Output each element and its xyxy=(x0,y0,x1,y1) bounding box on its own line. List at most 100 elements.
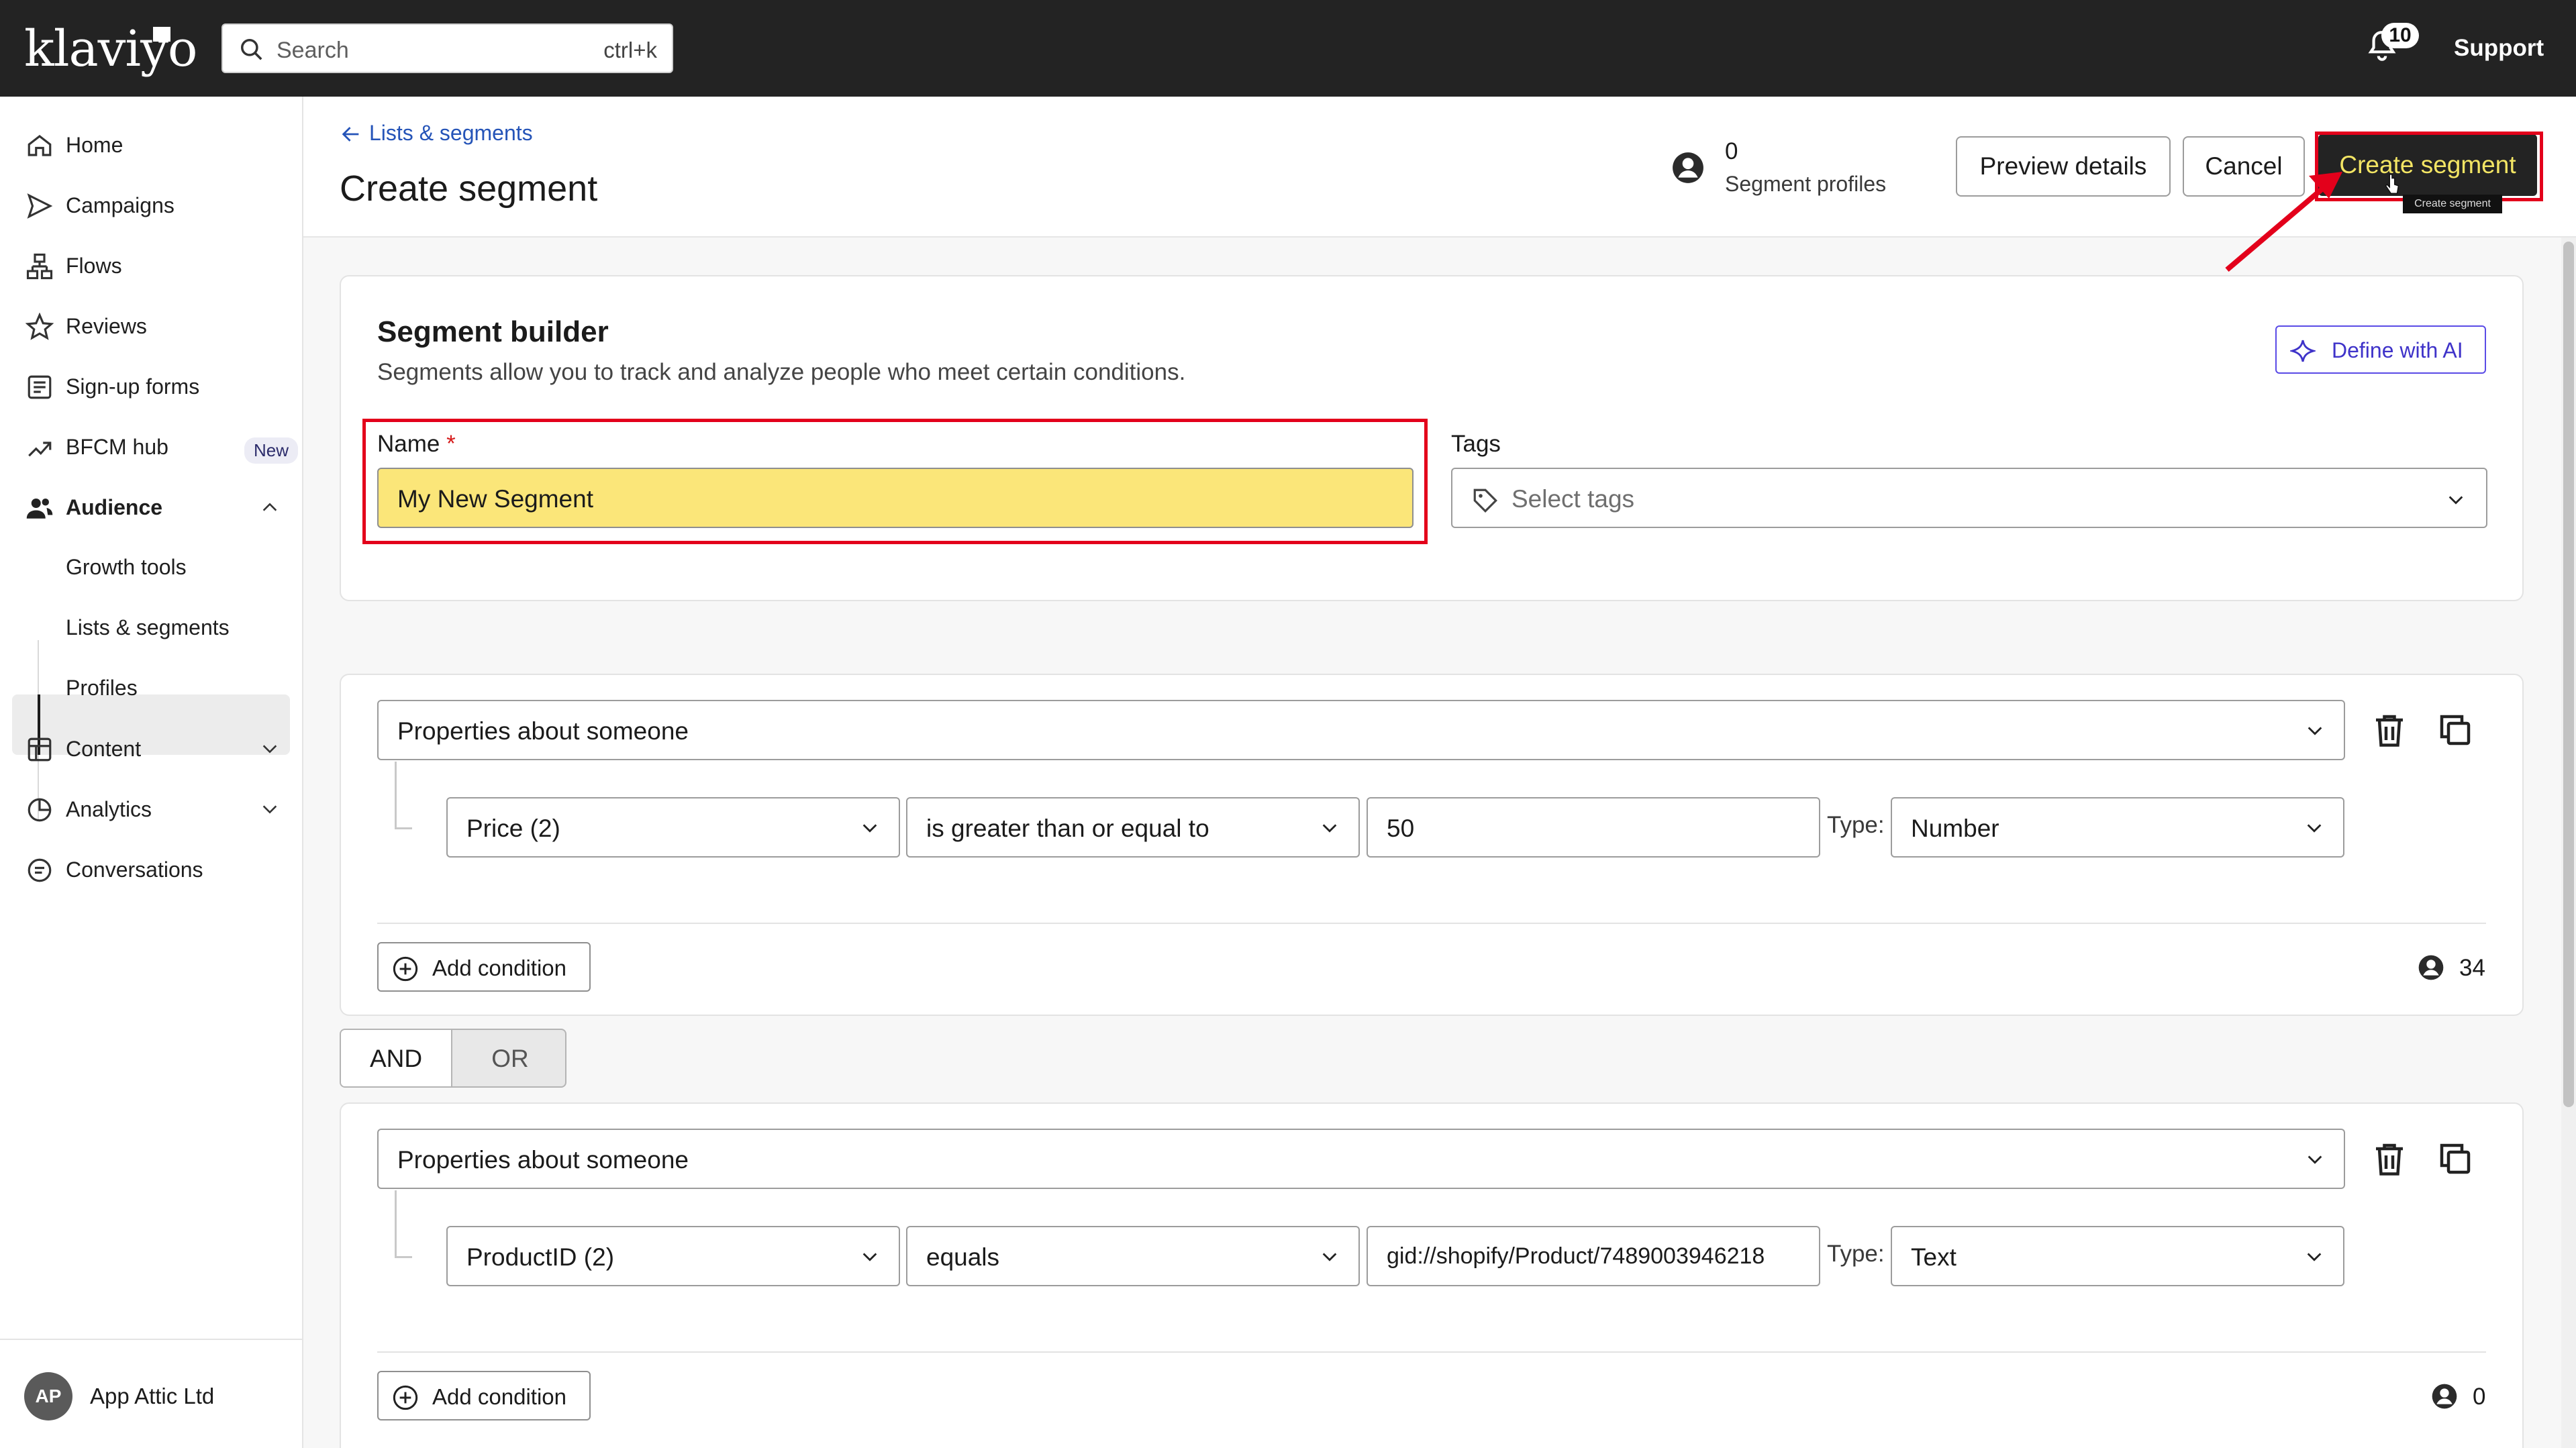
copy-icon[interactable] xyxy=(2435,710,2475,750)
property-select[interactable]: ProductID (2) xyxy=(446,1226,900,1286)
home-icon xyxy=(28,135,52,156)
account-name[interactable]: App Attic Ltd xyxy=(90,1384,214,1409)
plus-circle-icon xyxy=(393,956,418,982)
chevron-down-icon xyxy=(1322,1253,1337,1261)
scrollbar-thumb[interactable] xyxy=(2563,242,2574,1107)
value-input[interactable]: gid://shopify/Product/7489003946218 xyxy=(1367,1226,1820,1286)
sidebar-item-lists-segments[interactable]: Lists & segments xyxy=(66,615,230,640)
chevron-up-icon[interactable] xyxy=(259,498,281,517)
value-input[interactable]: 50 xyxy=(1367,797,1820,858)
tree-connector xyxy=(395,827,412,829)
definition-select[interactable]: Properties about someone xyxy=(377,1129,2345,1189)
add-condition-label: Add condition xyxy=(432,955,566,980)
sidebar-item-profiles[interactable]: Profiles xyxy=(66,676,138,701)
tags-label: Tags xyxy=(1451,431,1501,457)
notification-badge: 10 xyxy=(2381,23,2419,48)
support-link[interactable]: Support xyxy=(2454,35,2544,62)
operator-select[interactable]: equals xyxy=(906,1226,1360,1286)
define-with-ai-label: Define with AI xyxy=(2332,338,2463,362)
chevron-down-icon[interactable] xyxy=(259,800,281,819)
plus-circle-icon xyxy=(393,1385,418,1410)
define-with-ai-button[interactable]: Define with AI xyxy=(2275,325,2486,374)
sidebar-item-growth-tools[interactable]: Growth tools xyxy=(66,555,187,580)
property-value: ProductID (2) xyxy=(466,1243,615,1271)
sidebar-item-signup-forms[interactable]: Sign-up forms xyxy=(26,366,294,407)
search-placeholder: Search xyxy=(277,38,349,63)
new-badge: New xyxy=(244,437,299,464)
sidebar-item-analytics[interactable]: Analytics xyxy=(26,789,294,829)
tree-connector xyxy=(395,1256,412,1258)
sidebar-divider xyxy=(0,1339,302,1340)
analytics-icon xyxy=(28,798,52,822)
cancel-button[interactable]: Cancel xyxy=(2183,136,2305,197)
tree-connector xyxy=(395,762,397,829)
sparkle-icon xyxy=(2290,340,2316,362)
sidebar-item-label: Conversations xyxy=(66,858,203,882)
sidebar-item-label: Content xyxy=(66,737,142,761)
chat-icon xyxy=(28,858,52,882)
logic-toggle[interactable]: AND OR xyxy=(340,1029,566,1088)
value-text: 50 xyxy=(1387,815,1415,842)
type-value: Text xyxy=(1911,1243,1956,1271)
property-select[interactable]: Price (2) xyxy=(446,797,900,858)
sidebar-item-conversations[interactable]: Conversations xyxy=(26,849,294,890)
trash-icon[interactable] xyxy=(2369,710,2410,750)
value-text: gid://shopify/Product/7489003946218 xyxy=(1387,1243,1765,1269)
type-value: Number xyxy=(1911,815,1999,842)
segment-profiles-label: Segment profiles xyxy=(1725,172,1887,196)
operator-select[interactable]: is greater than or equal to xyxy=(906,797,1360,858)
divider xyxy=(377,923,2486,924)
segment-builder-description: Segments allow you to track and analyze … xyxy=(377,359,1186,385)
arrow-left-icon[interactable] xyxy=(340,122,362,146)
sidebar-item-reviews[interactable]: Reviews xyxy=(26,306,294,346)
sidebar-item-label: Reviews xyxy=(66,314,147,338)
flows-icon xyxy=(26,253,53,280)
trend-icon xyxy=(28,442,52,457)
sidebar-item-audience[interactable]: Audience xyxy=(26,487,294,527)
type-label: Type: xyxy=(1827,812,1885,838)
group-profile-count: 0 xyxy=(2473,1384,2486,1410)
sidebar-item-label: Analytics xyxy=(66,797,152,821)
avatar[interactable]: AP xyxy=(24,1372,72,1420)
chevron-down-icon xyxy=(862,824,877,833)
people-icon xyxy=(26,499,53,519)
and-option[interactable]: AND xyxy=(341,1030,452,1086)
type-select[interactable]: Number xyxy=(1891,797,2344,858)
add-condition-button[interactable]: Add condition xyxy=(377,942,591,992)
operator-value: equals xyxy=(926,1243,1000,1271)
form-icon xyxy=(28,375,52,399)
sidebar-item-bfcm-hub[interactable]: BFCM hub New xyxy=(26,427,299,467)
sidebar-item-label: BFCM hub xyxy=(66,435,168,459)
tags-select[interactable]: Select tags xyxy=(1451,468,2487,528)
sidebar-item-campaigns[interactable]: Campaigns xyxy=(26,185,294,225)
type-select[interactable]: Text xyxy=(1891,1226,2344,1286)
trash-icon[interactable] xyxy=(2369,1139,2410,1179)
tags-placeholder: Select tags xyxy=(1512,485,1635,513)
property-value: Price (2) xyxy=(466,815,560,842)
sidebar-item-label: Flows xyxy=(66,254,122,278)
chevron-down-icon xyxy=(862,1253,877,1261)
send-icon xyxy=(27,193,53,219)
copy-icon[interactable] xyxy=(2435,1139,2475,1179)
preview-details-button[interactable]: Preview details xyxy=(1956,136,2171,197)
profile-icon xyxy=(2418,955,2444,980)
add-condition-button[interactable]: Add condition xyxy=(377,1371,591,1420)
definition-select[interactable]: Properties about someone xyxy=(377,700,2345,760)
or-option[interactable]: OR xyxy=(454,1030,565,1086)
search-input[interactable]: Search ctrl+k xyxy=(221,23,673,73)
search-shortcut: ctrl+k xyxy=(603,38,657,62)
breadcrumb[interactable]: Lists & segments xyxy=(369,121,533,146)
segment-profiles-count: 0 xyxy=(1725,138,1738,164)
segment-builder-title: Segment builder xyxy=(377,315,609,348)
chevron-down-icon xyxy=(2308,727,2322,735)
sidebar-item-flows[interactable]: Flows xyxy=(26,246,294,286)
klaviyo-logo[interactable]: klaviyo xyxy=(24,20,197,78)
sidebar-item-label: Sign-up forms xyxy=(66,374,200,399)
search-icon xyxy=(241,39,262,60)
definition-value: Properties about someone xyxy=(397,1146,689,1174)
chevron-down-icon[interactable] xyxy=(259,739,281,758)
page-title: Create segment xyxy=(340,168,598,209)
sidebar-item-home[interactable]: Home xyxy=(26,125,294,165)
logo-flag-icon xyxy=(153,27,170,42)
sidebar-item-content[interactable]: Content xyxy=(26,729,294,769)
